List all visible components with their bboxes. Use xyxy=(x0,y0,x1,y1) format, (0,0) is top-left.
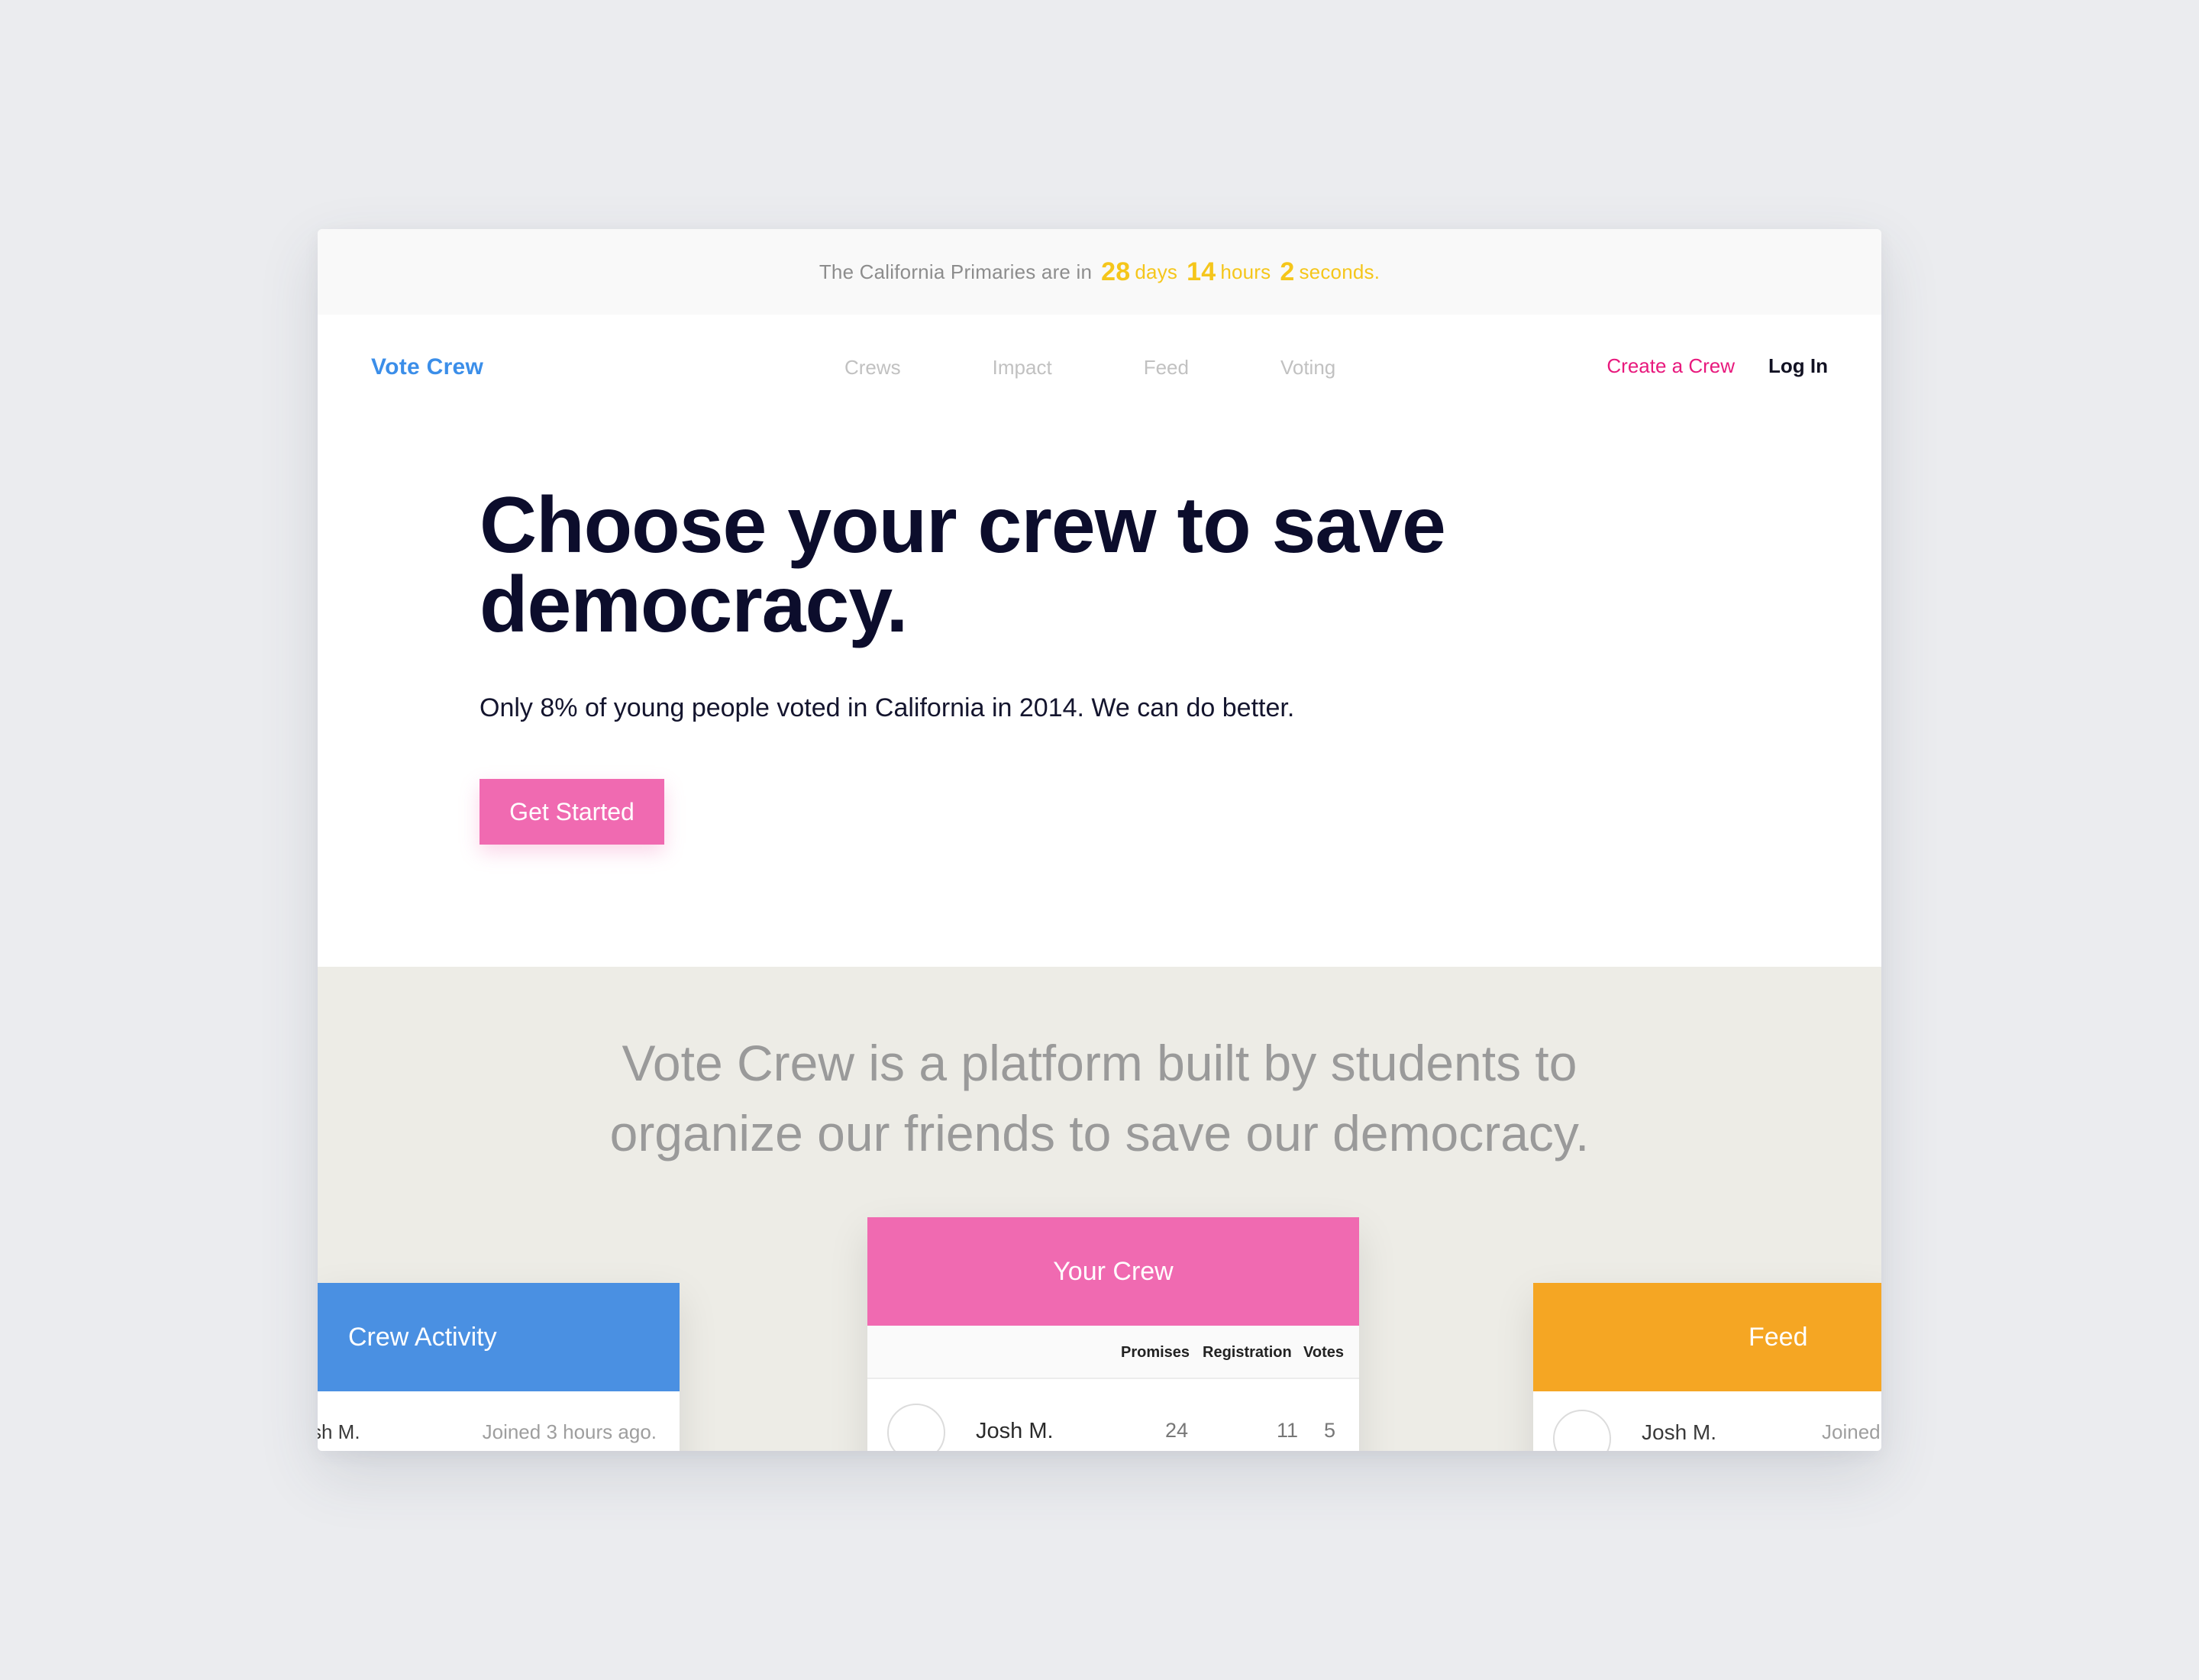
avatar xyxy=(1553,1410,1611,1451)
nav-link-voting[interactable]: Voting xyxy=(1280,356,1335,380)
hero-subtitle: Only 8% of young people voted in Califor… xyxy=(480,693,1295,722)
feed-title: Feed xyxy=(1749,1322,1808,1352)
promises-count: 24 xyxy=(1165,1419,1189,1442)
countdown-seconds-value: 2 xyxy=(1280,257,1295,286)
nav-link-crews[interactable]: Crews xyxy=(844,356,901,380)
feed-timestamp: Joined xyxy=(1822,1420,1881,1443)
table-row[interactable]: Josh M. 24 11 5 xyxy=(867,1379,1359,1451)
mission-line-2: organize our friends to save our democra… xyxy=(609,1105,1590,1161)
nav-link-feed[interactable]: Feed xyxy=(1144,356,1189,380)
column-registration: Registration xyxy=(1203,1344,1292,1361)
countdown-days-unit: days xyxy=(1135,260,1178,283)
nav-link-impact[interactable]: Impact xyxy=(993,356,1052,380)
get-started-button[interactable]: Get Started xyxy=(480,779,664,845)
activity-member-name: sh M. xyxy=(318,1420,360,1443)
member-name: Josh M. xyxy=(976,1419,1054,1443)
your-crew-card: Your Crew Promises Registration Votes Jo… xyxy=(867,1217,1359,1451)
feed-card: Feed Josh M. Joined xyxy=(1533,1283,1881,1451)
vote-crew-logo[interactable]: Vote Crew xyxy=(371,354,483,380)
countdown-hours-value: 14 xyxy=(1187,257,1216,286)
crew-activity-header: Crew Activity xyxy=(318,1283,680,1391)
your-crew-header: Your Crew xyxy=(867,1217,1359,1326)
hero-title: Choose your crew to save democracy. xyxy=(480,481,1446,649)
column-votes: Votes xyxy=(1303,1344,1344,1361)
countdown-banner: The California Primaries are in 28 days … xyxy=(318,229,1881,315)
column-promises: Promises xyxy=(1121,1344,1190,1361)
mission-line-1: Vote Crew is a platform built by student… xyxy=(622,1035,1577,1091)
table-header: Promises Registration Votes xyxy=(867,1326,1359,1379)
mission-section: Vote Crew is a platform built by student… xyxy=(318,967,1881,1451)
feed-member-name: Josh M. xyxy=(1642,1420,1717,1444)
activity-timestamp: Joined 3 hours ago. xyxy=(482,1420,657,1443)
countdown-prefix: The California Primaries are in xyxy=(819,260,1093,283)
feed-header: Feed xyxy=(1533,1283,1881,1391)
votes-count: 5 xyxy=(1324,1419,1336,1442)
countdown-seconds-unit: seconds. xyxy=(1299,260,1380,283)
registration-count: 11 xyxy=(1277,1419,1299,1442)
your-crew-title: Your Crew xyxy=(1053,1256,1174,1286)
crew-activity-title: Crew Activity xyxy=(348,1322,497,1352)
browser-window: The California Primaries are in 28 days … xyxy=(318,229,1881,1451)
create-crew-link[interactable]: Create a Crew xyxy=(1606,354,1735,378)
crew-activity-card: Crew Activity sh M. Joined 3 hours ago. xyxy=(318,1283,680,1451)
top-navigation: Vote Crew Crews Impact Feed Voting Creat… xyxy=(318,315,1881,422)
login-link[interactable]: Log In xyxy=(1768,354,1828,378)
avatar xyxy=(887,1404,945,1451)
countdown-days-value: 28 xyxy=(1101,257,1131,286)
mission-statement: Vote Crew is a platform built by student… xyxy=(318,1028,1881,1168)
countdown-hours-unit: hours xyxy=(1220,260,1271,283)
nav-actions: Create a Crew Log In xyxy=(1606,354,1828,378)
nav-links: Crews Impact Feed Voting xyxy=(844,356,1427,380)
